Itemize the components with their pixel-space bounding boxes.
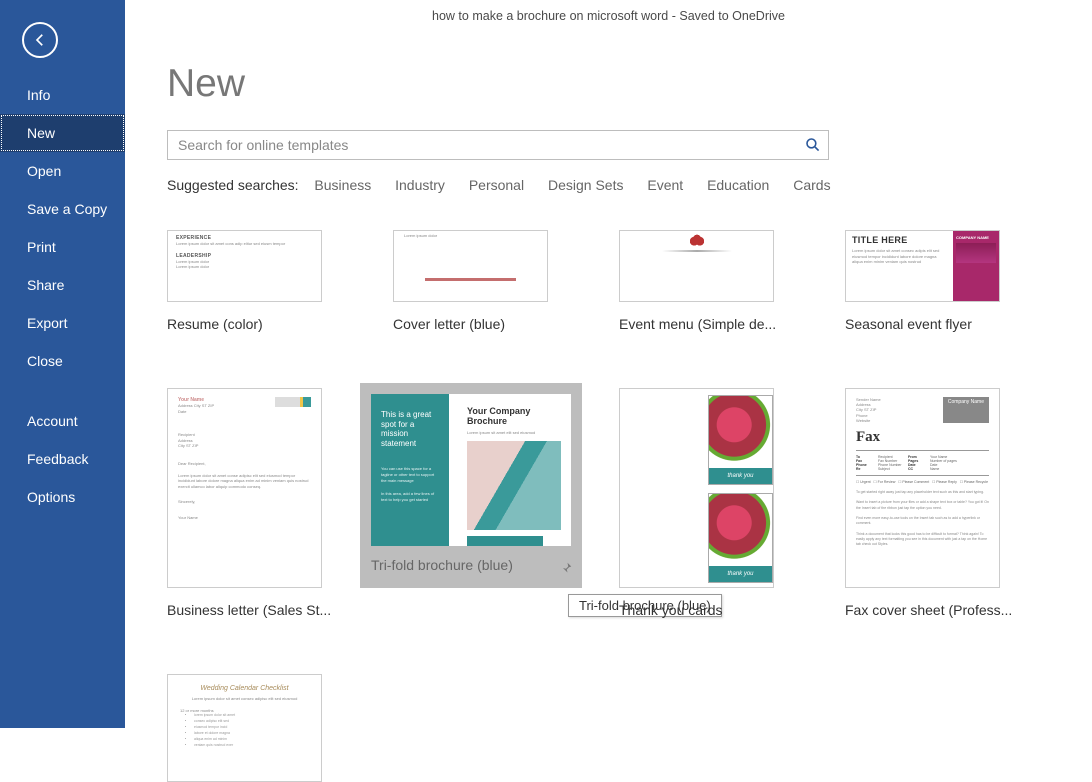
template-cover-letter-blue[interactable]: Lorem ipsum dolor Cover letter (blue) [393,230,619,332]
template-label: Tri-fold brochure (blue) [371,557,571,573]
template-label: Event menu (Simple de... [619,316,819,332]
backstage-sidebar: Info New Open Save a Copy Print Share Ex… [0,0,125,728]
nav-item-feedback[interactable]: Feedback [0,440,125,478]
suggested-tag-education[interactable]: Education [707,177,769,193]
nav-item-export[interactable]: Export [0,304,125,342]
template-thumb: This is a great spot for a mission state… [371,394,571,546]
template-seasonal-event-flyer[interactable]: TITLE HERE Lorem ipsum dolor sit amet co… [845,230,1071,332]
template-label: Cover letter (blue) [393,316,593,332]
template-label: Thank you cards [619,602,819,618]
suggested-tag-event[interactable]: Event [647,177,683,193]
nav-item-close[interactable]: Close [0,342,125,380]
window-title: how to make a brochure on microsoft word… [125,0,1092,30]
template-label: Fax cover sheet (Profess... [845,602,1045,618]
nav-item-options[interactable]: Options [0,478,125,516]
nav-item-info[interactable]: Info [0,76,125,114]
template-thumb: Lorem ipsum dolor [393,230,548,302]
back-button[interactable] [22,22,58,58]
template-thumb: thank you thank you [619,388,774,588]
nav-item-print[interactable]: Print [0,228,125,266]
main-panel: how to make a brochure on microsoft word… [125,0,1092,728]
arrow-left-icon [30,30,50,50]
nav-item-save-a-copy[interactable]: Save a Copy [0,190,125,228]
flower-icon [690,234,704,246]
template-thumb: TITLE HERE Lorem ipsum dolor sit amet co… [845,230,1000,302]
nav-item-account[interactable]: Account [0,402,125,440]
page-heading: New [167,62,1092,106]
template-thank-you-cards[interactable]: thank you thank you Thank you cards [619,388,845,618]
template-thumb [619,230,774,302]
nav-item-new[interactable]: New [0,114,125,152]
template-label: Business letter (Sales St... [167,602,367,618]
template-label: Seasonal event flyer [845,316,1045,332]
pin-icon[interactable] [560,562,572,574]
suggested-searches: Suggested searches: Business Industry Pe… [167,177,1092,193]
suggested-tag-cards[interactable]: Cards [793,177,830,193]
template-hover-frame: This is a great spot for a mission state… [360,383,582,588]
suggested-tag-industry[interactable]: Industry [395,177,445,193]
template-resume-color[interactable]: EXPERIENCE Lorem ipsum dolor sit amet co… [167,230,393,332]
template-search-input[interactable] [167,130,829,160]
search-icon[interactable] [805,137,821,153]
suggested-tag-business[interactable]: Business [314,177,371,193]
template-fax-cover-sheet[interactable]: Sender NameAddressCity ST ZIPPhoneWebsit… [845,388,1071,618]
nav-item-open[interactable]: Open [0,152,125,190]
template-trifold-brochure-blue[interactable]: This is a great spot for a mission state… [393,388,619,618]
template-thumb: Your Name Address City ST ZIPDate Recipi… [167,388,322,588]
template-wedding-checklist[interactable]: Wedding Calendar Checklist Lorem ipsum d… [167,674,393,782]
template-event-menu[interactable]: Event menu (Simple de... [619,230,845,332]
template-thumb: EXPERIENCE Lorem ipsum dolor sit amet co… [167,230,322,302]
template-thumb: Sender NameAddressCity ST ZIPPhoneWebsit… [845,388,1000,588]
nav-item-share[interactable]: Share [0,266,125,304]
suggested-tag-design-sets[interactable]: Design Sets [548,177,623,193]
search-wrap [167,130,829,160]
suggested-label: Suggested searches: [167,177,299,193]
template-label: Resume (color) [167,316,367,332]
template-grid: EXPERIENCE Lorem ipsum dolor sit amet co… [167,230,1092,782]
template-thumb: Wedding Calendar Checklist Lorem ipsum d… [167,674,322,782]
suggested-tag-personal[interactable]: Personal [469,177,524,193]
